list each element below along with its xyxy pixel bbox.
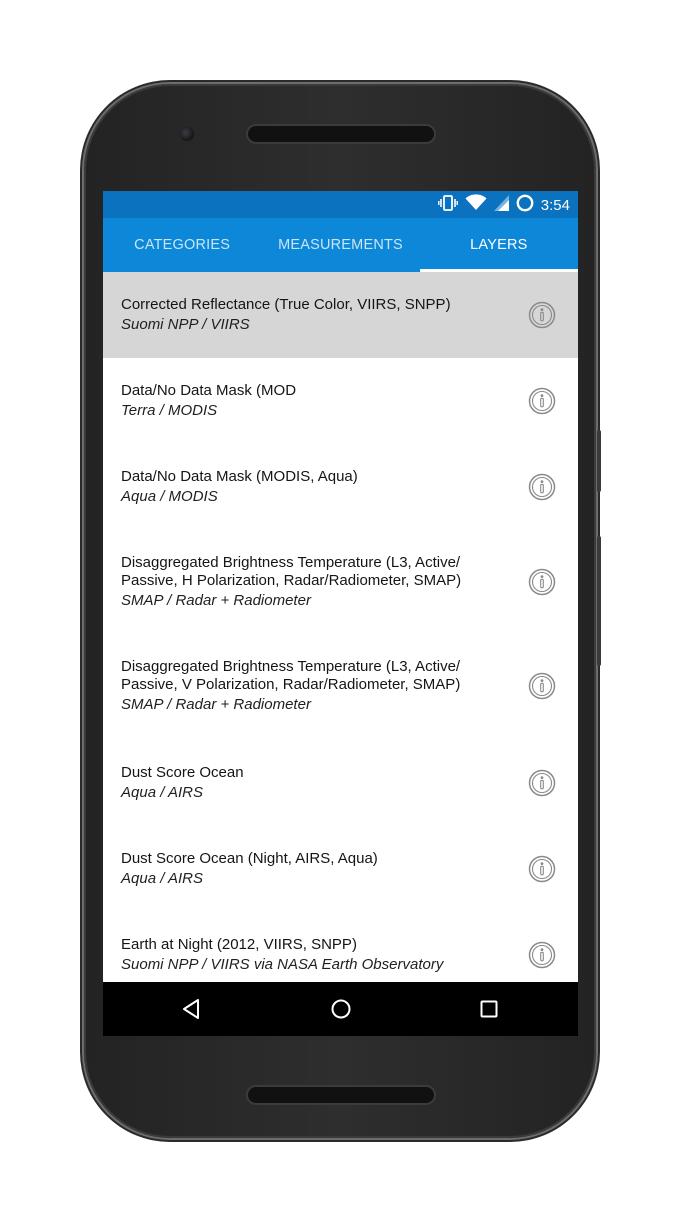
layer-source: SMAP / Radar + Radiometer: [121, 696, 311, 713]
layer-source: Terra / MODIS: [121, 402, 218, 419]
layer-source: Aqua / AIRS: [121, 784, 203, 801]
layer-source: Suomi NPP / VIIRS via NASA Earth Observa…: [121, 956, 444, 973]
info-icon[interactable]: [528, 301, 556, 329]
tab-layers[interactable]: LAYERS: [419, 218, 578, 272]
info-icon[interactable]: [528, 387, 556, 415]
bottom-speaker: [248, 1087, 434, 1103]
tab-measurements[interactable]: MEASUREMENTS: [261, 218, 419, 272]
recents-icon[interactable]: [476, 996, 502, 1022]
power-button: [597, 536, 601, 666]
layer-list: Corrected Reflectance (True Color, VIIRS…: [103, 272, 578, 982]
front-camera: [180, 127, 194, 141]
screen: 3:54 CATEGORIES MEASUREMENTS LAYERS Corr…: [103, 191, 578, 1036]
layer-source: Aqua / MODIS: [121, 488, 218, 505]
home-icon[interactable]: [328, 996, 354, 1022]
battery-icon: [516, 194, 534, 217]
tab-categories[interactable]: CATEGORIES: [103, 218, 261, 272]
top-speaker: [248, 126, 434, 142]
info-icon[interactable]: [528, 855, 556, 883]
layer-title-line: Disaggregated Brightness Temperature (L3…: [121, 658, 461, 675]
layer-title-line: Passive, H Polarization, Radar/Radiomete…: [121, 572, 462, 589]
layer-item-corrected-reflectance[interactable]: Corrected Reflectance (True Color, VIIRS…: [103, 272, 578, 358]
layer-source: SMAP / Radar + Radiometer: [121, 592, 311, 609]
info-icon[interactable]: [528, 769, 556, 797]
info-icon[interactable]: [528, 672, 556, 700]
layer-title: Data/No Data Mask (MODIS, Aqua): [121, 468, 358, 485]
layer-title-line: Disaggregated Brightness Temperature (L3…: [121, 554, 461, 571]
layer-title: Earth at Night (2012, VIIRS, SNPP): [121, 936, 357, 953]
layer-item-earth-at-night[interactable]: Earth at Night (2012, VIIRS, SNPP) Suomi…: [103, 912, 578, 982]
info-icon[interactable]: [528, 568, 556, 596]
layer-title: Dust Score Ocean: [121, 764, 244, 781]
layer-item-data-mask-modis-aqua[interactable]: Data/No Data Mask (MODIS, Aqua) Aqua / M…: [103, 444, 578, 530]
navigation-bar: [103, 982, 578, 1036]
layer-source: Suomi NPP / VIIRS: [121, 316, 250, 333]
signal-icon: [493, 194, 509, 216]
layer-source: Aqua / AIRS: [121, 870, 203, 887]
info-icon[interactable]: [528, 941, 556, 969]
layer-title-line: Passive, V Polarization, Radar/Radiomete…: [121, 676, 461, 693]
layer-item-dust-score-ocean-night[interactable]: Dust Score Ocean (Night, AIRS, Aqua) Aqu…: [103, 826, 578, 912]
layer-title: Dust Score Ocean (Night, AIRS, Aqua): [121, 850, 378, 867]
layer-title: Corrected Reflectance (True Color, VIIRS…: [121, 296, 451, 313]
info-icon[interactable]: [528, 473, 556, 501]
layer-item-brightness-temp-h[interactable]: Disaggregated Brightness Temperature (L3…: [103, 530, 578, 634]
wifi-icon: [465, 194, 487, 216]
status-bar: 3:54: [103, 191, 578, 218]
volume-button: [597, 430, 601, 492]
status-time: 3:54: [540, 196, 570, 214]
layer-item-brightness-temp-v[interactable]: Disaggregated Brightness Temperature (L3…: [103, 634, 578, 740]
layer-title: Data/No Data Mask (MOD: [121, 382, 297, 399]
back-icon[interactable]: [179, 996, 205, 1022]
vibrate-icon: [437, 194, 458, 217]
layer-item-dust-score-ocean[interactable]: Dust Score Ocean Aqua / AIRS: [103, 740, 578, 826]
tab-bar: CATEGORIES MEASUREMENTS LAYERS: [103, 218, 578, 272]
layer-item-data-mask-mod[interactable]: Data/No Data Mask (MOD Terra / MODIS: [103, 358, 578, 444]
